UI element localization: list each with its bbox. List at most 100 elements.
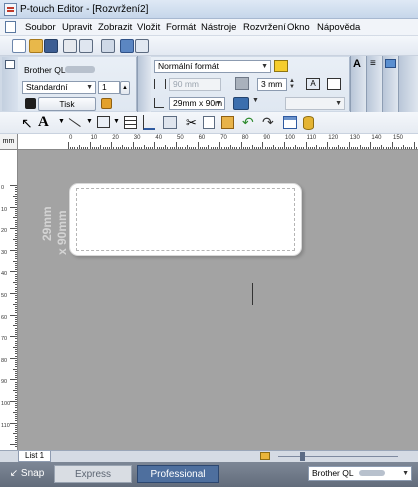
snap-icon: ↙ bbox=[9, 468, 19, 479]
save-icon[interactable] bbox=[44, 39, 58, 53]
align-icon[interactable] bbox=[143, 115, 155, 130]
ruler-h-tick bbox=[411, 147, 413, 149]
ruler-v-tick bbox=[15, 243, 17, 245]
ruler-h-tick bbox=[93, 147, 95, 149]
document-icon[interactable] bbox=[5, 21, 16, 33]
ruler-h-tick bbox=[322, 147, 324, 149]
ruler-v-label: 60 bbox=[1, 314, 8, 321]
window-icon[interactable] bbox=[283, 116, 297, 129]
sheet-tab-list1[interactable]: List 1 bbox=[18, 451, 52, 462]
ruler-v-tick bbox=[15, 191, 17, 193]
text-left-icon[interactable]: A bbox=[306, 78, 320, 90]
menu-zobrazit[interactable]: Zobrazit bbox=[98, 22, 132, 33]
menu-bar: Soubor Upravit Zobrazit Vložit Formát Ná… bbox=[0, 19, 418, 36]
ruler-v-tick bbox=[15, 323, 17, 325]
media-dropdown-icon[interactable]: ▼ bbox=[252, 97, 260, 109]
ruler-h-tick bbox=[338, 145, 339, 149]
panel-tab-page[interactable] bbox=[137, 56, 151, 112]
express-mode-button[interactable]: Express bbox=[54, 465, 132, 483]
zoom-slider-thumb[interactable] bbox=[300, 452, 305, 461]
ruler-h-tick bbox=[96, 147, 98, 149]
open-icon[interactable] bbox=[29, 39, 43, 53]
ruler-h-tick bbox=[115, 147, 117, 149]
ruler-h-tick bbox=[320, 147, 322, 149]
shape-tool-dropdown-icon[interactable]: ▼ bbox=[113, 118, 120, 125]
format-select[interactable]: Normální formát bbox=[154, 60, 271, 73]
new-icon[interactable] bbox=[12, 39, 26, 53]
database-icon[interactable] bbox=[303, 116, 314, 130]
print-button-label: Tisk bbox=[59, 99, 75, 109]
menu-format[interactable]: Formát bbox=[166, 22, 196, 33]
menu-napoveda[interactable]: Nápověda bbox=[317, 22, 360, 33]
print-preview-icon[interactable] bbox=[79, 39, 93, 53]
disabled-select[interactable] bbox=[285, 97, 345, 110]
zoom-slider-track[interactable] bbox=[278, 456, 398, 457]
panel-tab-image[interactable] bbox=[382, 56, 398, 112]
print-options-icon[interactable] bbox=[101, 98, 112, 109]
margin-spinner[interactable]: ▲ ▼ bbox=[289, 78, 297, 91]
table-icon[interactable] bbox=[124, 116, 137, 129]
ruler-h-tick bbox=[333, 147, 335, 149]
cut-icon[interactable]: ✂ bbox=[186, 115, 197, 131]
ruler-v-label: 10 bbox=[1, 206, 8, 213]
copies-spinner[interactable]: ▲ bbox=[120, 81, 130, 95]
menu-nastroje[interactable]: Nástroje bbox=[201, 22, 236, 33]
print-icon[interactable] bbox=[63, 39, 77, 53]
ruler-h-tick bbox=[299, 147, 301, 149]
length-input[interactable]: 90 mm bbox=[169, 78, 221, 91]
ruler-h-tick bbox=[381, 145, 383, 149]
label-tape[interactable] bbox=[69, 183, 302, 256]
undo-icon[interactable]: ↶ bbox=[242, 114, 254, 131]
database-window-icon[interactable] bbox=[135, 39, 149, 53]
ruler-v-tick bbox=[15, 344, 17, 346]
arrange-icon[interactable] bbox=[163, 116, 177, 129]
ruler-h-tick bbox=[188, 147, 190, 149]
paste-icon[interactable] bbox=[221, 116, 234, 129]
copy-icon[interactable] bbox=[203, 116, 215, 129]
ruler-h-tick bbox=[329, 147, 331, 149]
print-button[interactable]: Tisk bbox=[38, 97, 96, 111]
ruler-h-tick bbox=[156, 147, 158, 149]
menu-vlozit[interactable]: Vložit bbox=[137, 22, 160, 33]
margin-input[interactable]: 3 mm bbox=[257, 78, 287, 91]
text-box-icon[interactable] bbox=[327, 78, 341, 90]
menu-upravit[interactable]: Upravit bbox=[62, 22, 92, 33]
redo-icon[interactable]: ↷ bbox=[262, 114, 274, 131]
ruler-v-tick bbox=[15, 362, 17, 364]
image-panel-icon bbox=[385, 59, 396, 68]
print-mode-select[interactable]: Standardní bbox=[22, 81, 96, 94]
menu-rozvrzeni[interactable]: Rozvržení bbox=[243, 22, 286, 33]
media-select[interactable]: 29mm x 90m bbox=[169, 97, 225, 110]
menu-okno[interactable]: Okno bbox=[287, 22, 310, 33]
media-settings-icon[interactable] bbox=[233, 97, 249, 110]
panel-tab-text[interactable]: A bbox=[350, 56, 366, 112]
zoom-icon[interactable] bbox=[260, 452, 270, 460]
ruler-h-tick bbox=[91, 147, 93, 149]
copies-input[interactable]: 1 bbox=[98, 81, 120, 94]
ruler-v-tick bbox=[10, 357, 17, 359]
printer-panel-header[interactable] bbox=[2, 57, 18, 111]
shape-tool-icon[interactable] bbox=[97, 116, 110, 128]
window-title: P-touch Editor - [Rozvržení2] bbox=[20, 4, 149, 15]
select-arrow-icon[interactable]: ↖ bbox=[21, 115, 33, 132]
layout-icon[interactable] bbox=[101, 39, 115, 53]
panel-tab-layout[interactable]: ≡ bbox=[366, 56, 382, 112]
transfer-icon[interactable] bbox=[120, 39, 134, 53]
status-printer-model-redacted bbox=[358, 470, 385, 476]
highlight-icon[interactable] bbox=[274, 60, 288, 72]
menu-soubor[interactable]: Soubor bbox=[25, 22, 56, 33]
ruler-v-tick bbox=[15, 442, 17, 444]
snap-mode-button[interactable]: ↙ Snap bbox=[4, 465, 50, 483]
line-tool-dropdown-icon[interactable]: ▼ bbox=[86, 118, 93, 125]
status-printer-select[interactable]: Brother QL bbox=[308, 466, 412, 481]
ruler-h-label: 20 bbox=[112, 135, 119, 141]
text-tool-icon[interactable]: A bbox=[38, 114, 49, 131]
text-tool-dropdown-icon[interactable]: ▼ bbox=[58, 118, 65, 125]
ruler-v-tick bbox=[13, 260, 17, 262]
ruler-v-tick bbox=[13, 347, 17, 348]
panel-tab-more[interactable] bbox=[398, 56, 418, 112]
ruler-h-tick bbox=[305, 142, 307, 149]
professional-mode-button[interactable]: Professional bbox=[137, 465, 219, 483]
line-tool-icon[interactable] bbox=[68, 118, 81, 127]
ruler-h-tick bbox=[379, 147, 381, 149]
